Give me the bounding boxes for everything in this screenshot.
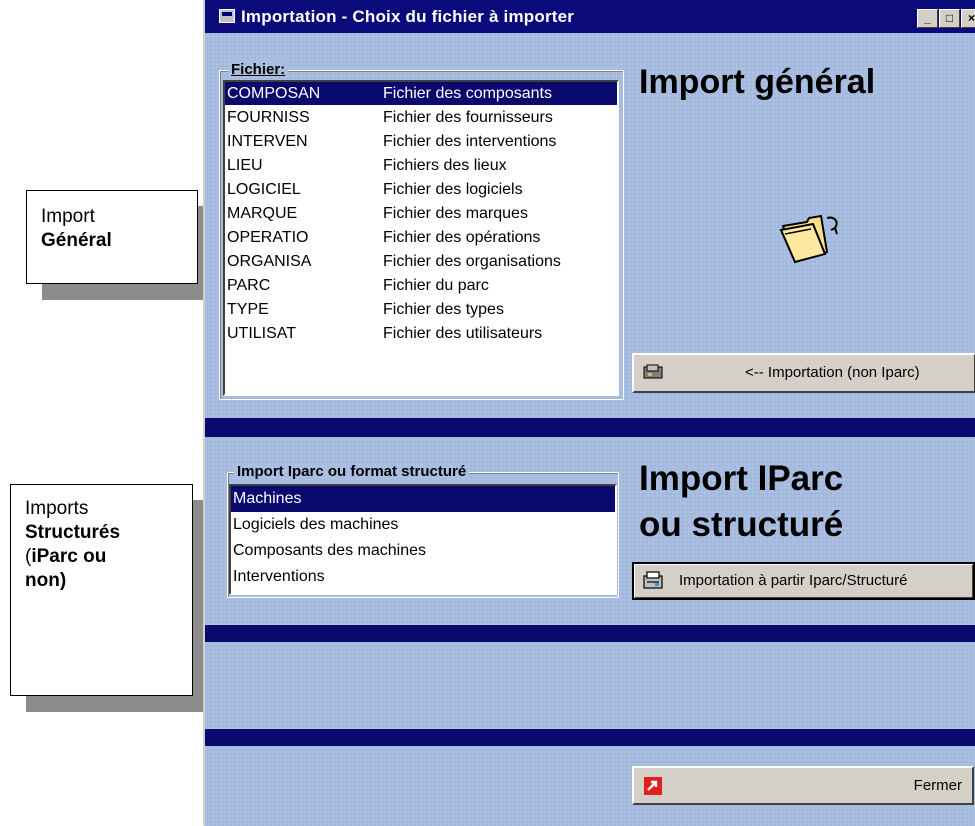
callout-structured-line2: Structurés (25, 522, 121, 543)
fichier-description: Fichier du parc (383, 277, 489, 294)
fichier-list-item[interactable]: COMPOSAN Fichier des composants (225, 82, 617, 105)
app-icon[interactable] (219, 9, 235, 23)
open-folder-icon (779, 214, 838, 264)
fichier-code: LOGICIEL (227, 181, 301, 198)
fichier-description: Fichier des organisations (383, 253, 561, 270)
structured-list-item[interactable]: Composants des machines (231, 538, 615, 564)
callout-general-line1: Import (41, 206, 95, 227)
fermer-button[interactable]: Fermer (632, 766, 974, 805)
import-window: Importation - Choix du fichier à importe… (203, 0, 975, 826)
fichier-code: PARC (227, 277, 271, 294)
fichier-list-item[interactable]: PARC Fichier du parc (225, 274, 617, 297)
fermer-label: Fermer (913, 777, 962, 794)
fichier-description: Fichier des utilisateurs (383, 325, 543, 342)
import-general-heading: Import général (639, 63, 876, 101)
import-iparc-structured-label: Importation à partir Iparc/Structuré (679, 572, 908, 589)
import-non-iparc-label: <-- Importation (non Iparc) (745, 364, 920, 381)
fichier-code: INTERVEN (227, 133, 308, 150)
structured-label: Import Iparc ou format structuré (234, 463, 470, 480)
fichier-description: Fichier des composants (383, 85, 552, 102)
fichier-list-item[interactable]: ORGANISA Fichier des organisations (225, 250, 617, 273)
maximize-button[interactable]: □ (939, 9, 960, 28)
fichier-list-item[interactable]: INTERVEN Fichier des interventions (225, 130, 617, 153)
structured-item-label: Logiciels des machines (233, 516, 399, 533)
import-iparc-heading-line1: Import IParc (639, 459, 844, 498)
fichier-description: Fichier des marques (383, 205, 528, 222)
fichier-label: Fichier: (228, 61, 289, 78)
callout-structured-line3: (iParc ou (25, 546, 107, 567)
fichier-code: COMPOSAN (227, 85, 321, 102)
exit-icon (644, 777, 662, 795)
structured-list[interactable]: Machines Logiciels des machines Composants… (229, 484, 617, 595)
fichier-list-item[interactable]: FOURNISS Fichier des fournisseurs (225, 106, 617, 129)
fichier-list[interactable]: COMPOSAN Fichier des composants FOURNISS Fi… (223, 80, 619, 396)
callout-general-line2: Général (41, 230, 112, 251)
fichier-description: Fichiers des lieux (383, 157, 507, 174)
callout-imports-structures: Imports Structurés (iParc ou non) (10, 484, 193, 696)
fichier-code: TYPE (227, 301, 269, 318)
import-iparc-icon (643, 571, 663, 589)
separator-bar-1 (205, 418, 975, 437)
fichier-list-item[interactable]: UTILISAT Fichier des utilisateurs (225, 322, 617, 345)
fichier-list-item[interactable]: LOGICIEL Fichier des logiciels (225, 178, 617, 201)
fichier-list-item[interactable]: MARQUE Fichier des marques (225, 202, 617, 225)
structured-list-item[interactable]: Machines (231, 486, 615, 512)
fichier-code: UTILISAT (227, 325, 297, 342)
fichier-code: ORGANISA (227, 253, 312, 270)
fichier-code: OPERATIO (227, 229, 309, 246)
separator-bar-3 (205, 729, 975, 746)
fichier-list-item[interactable]: TYPE Fichier des types (225, 298, 617, 321)
structured-list-item[interactable]: Interventions (231, 564, 615, 590)
import-non-iparc-button[interactable]: <-- Importation (non Iparc) (632, 353, 975, 393)
fichier-description: Fichier des opérations (383, 229, 541, 246)
title-bar[interactable]: Importation - Choix du fichier à importe… (205, 0, 975, 33)
import-disk-icon (643, 364, 663, 379)
fichier-list-item[interactable]: OPERATIO Fichier des opérations (225, 226, 617, 249)
fichier-list-item[interactable]: LIEU Fichiers des lieux (225, 154, 617, 177)
separator-bar-2 (205, 625, 975, 642)
import-iparc-structured-button[interactable]: Importation à partir Iparc/Structuré (632, 562, 975, 600)
fichier-description: Fichier des logiciels (383, 181, 523, 198)
fichier-code: MARQUE (227, 205, 298, 222)
callout-structured-line4: non) (25, 570, 67, 591)
window-title: Importation - Choix du fichier à importe… (241, 7, 575, 26)
import-iparc-heading-line2: ou structuré (639, 505, 844, 544)
fichier-description: Fichier des types (383, 301, 504, 318)
minimize-button[interactable]: _ (917, 9, 938, 28)
structured-item-label: Interventions (233, 568, 325, 585)
structured-item-label: Composants des machines (233, 542, 426, 559)
structured-list-item[interactable]: Logiciels des machines (231, 512, 615, 538)
fichier-description: Fichier des fournisseurs (383, 109, 553, 126)
structured-item-label: Machines (233, 490, 302, 507)
fichier-code: FOURNISS (227, 109, 310, 126)
callout-import-general: Import Général (26, 190, 198, 284)
callout-structured-line1: Imports (25, 498, 89, 519)
fichier-code: LIEU (227, 157, 263, 174)
fichier-description: Fichier des interventions (383, 133, 557, 150)
close-window-button[interactable]: × (961, 9, 975, 28)
